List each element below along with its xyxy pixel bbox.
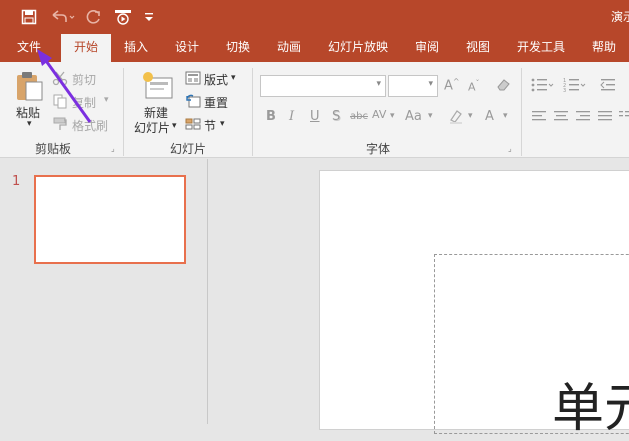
section-dropdown-icon[interactable]: ▾ — [220, 119, 225, 129]
ribbon: 粘贴 ▾ 剪切 复制 ▾ 格式刷 剪贴板 ⌟ 新建 幻灯片 ▾ 版式 ▾ 重置 … — [0, 62, 629, 158]
group-label-clipboard: 剪贴板 — [35, 142, 72, 156]
align-left-icon[interactable] — [531, 109, 547, 123]
save-icon[interactable] — [18, 7, 40, 27]
tab-view[interactable]: 视图 — [457, 34, 499, 62]
numbering-icon[interactable]: 123 — [563, 77, 587, 93]
tab-transitions[interactable]: 切换 — [217, 34, 259, 62]
chevron-down-icon[interactable]: ▾ — [390, 111, 395, 121]
group-divider — [252, 68, 253, 156]
font-name-combo[interactable]: ▾ — [260, 75, 386, 97]
underline-button[interactable]: U — [310, 109, 320, 124]
decrease-font-size-icon[interactable]: Aˇ — [468, 79, 480, 94]
group-label-slides: 幻灯片 — [170, 142, 207, 156]
change-case-button[interactable]: Aa — [405, 109, 422, 124]
tab-review[interactable]: 审阅 — [406, 34, 448, 62]
group-divider — [521, 68, 522, 156]
italic-button[interactable]: I — [289, 109, 294, 124]
decrease-indent-icon[interactable] — [599, 77, 617, 93]
paste-icon[interactable] — [14, 70, 46, 102]
font-color-button[interactable]: A — [485, 109, 494, 124]
format-painter-icon[interactable] — [52, 116, 68, 132]
tab-file[interactable]: 文件 — [8, 34, 50, 62]
layout-dropdown-icon[interactable]: ▾ — [231, 73, 236, 83]
highlight-icon[interactable] — [448, 108, 466, 124]
chevron-down-icon[interactable]: ▾ — [428, 111, 433, 121]
justify-icon[interactable] — [597, 109, 613, 123]
layout-button[interactable]: 版式 — [204, 71, 228, 88]
chevron-down-icon[interactable]: ▾ — [468, 111, 473, 121]
tab-insert[interactable]: 插入 — [115, 34, 157, 62]
chevron-down-icon[interactable]: ▾ — [503, 111, 508, 121]
redo-icon[interactable] — [84, 7, 104, 27]
clear-formatting-icon[interactable] — [495, 77, 511, 93]
tab-animations[interactable]: 动画 — [268, 34, 310, 62]
align-center-icon[interactable] — [553, 109, 569, 123]
increase-font-size-icon[interactable]: A^ — [444, 77, 460, 93]
copy-dropdown-icon[interactable]: ▾ — [104, 95, 109, 105]
dialog-launcher-icon[interactable]: ⌟ — [508, 144, 512, 153]
layout-icon[interactable] — [185, 71, 201, 85]
ribbon-tab-bar: 文件 开始 插入 设计 切换 动画 幻灯片放映 审阅 视图 开发工具 帮助 — [0, 34, 629, 62]
strikethrough-button[interactable]: abc — [350, 111, 368, 122]
section-button[interactable]: 节 — [204, 117, 216, 134]
align-right-icon[interactable] — [575, 109, 591, 123]
font-size-combo[interactable]: ▾ — [388, 75, 438, 97]
group-label-font: 字体 — [366, 142, 391, 156]
slide-title-text[interactable]: 单元 — [552, 366, 629, 441]
svg-text:3: 3 — [563, 88, 566, 93]
tab-developer[interactable]: 开发工具 — [510, 34, 572, 62]
tab-slideshow[interactable]: 幻灯片放映 — [322, 34, 394, 62]
format-painter-button[interactable]: 格式刷 — [72, 117, 108, 134]
slide-number: 1 — [12, 174, 21, 189]
slide-thumbnail[interactable] — [34, 175, 186, 264]
group-divider — [123, 68, 124, 156]
undo-icon[interactable] — [48, 7, 76, 27]
reset-button[interactable]: 重置 — [204, 94, 228, 111]
slideshow-icon[interactable] — [112, 7, 134, 27]
section-icon[interactable] — [185, 117, 201, 131]
window-title: 演示 — [611, 10, 629, 24]
new-slide-label-2[interactable]: 幻灯片 — [134, 119, 170, 136]
columns-icon[interactable] — [618, 109, 629, 123]
paste-dropdown-icon[interactable]: ▾ — [27, 119, 32, 129]
tab-home[interactable]: 开始 — [61, 34, 111, 62]
cut-button[interactable]: 剪切 — [72, 71, 96, 88]
tab-design[interactable]: 设计 — [166, 34, 208, 62]
copy-icon[interactable] — [52, 93, 68, 109]
customize-qat-icon[interactable] — [142, 7, 156, 27]
character-spacing-button[interactable]: AV — [372, 108, 386, 121]
chevron-down-icon[interactable]: ▾ — [428, 79, 433, 89]
chevron-down-icon[interactable]: ▾ — [376, 79, 381, 89]
bullets-icon[interactable] — [530, 77, 554, 93]
new-slide-icon[interactable] — [140, 70, 174, 100]
copy-button[interactable]: 复制 — [72, 94, 96, 111]
shadow-button[interactable]: S — [332, 109, 340, 124]
bold-button[interactable]: B — [266, 109, 276, 124]
tab-help[interactable]: 帮助 — [583, 34, 625, 62]
title-bar: 演示 — [0, 0, 629, 34]
reset-icon[interactable] — [185, 94, 201, 108]
dialog-launcher-icon[interactable]: ⌟ — [111, 144, 115, 153]
new-slide-dropdown-icon[interactable]: ▾ — [172, 121, 177, 131]
cut-icon[interactable] — [52, 70, 68, 86]
